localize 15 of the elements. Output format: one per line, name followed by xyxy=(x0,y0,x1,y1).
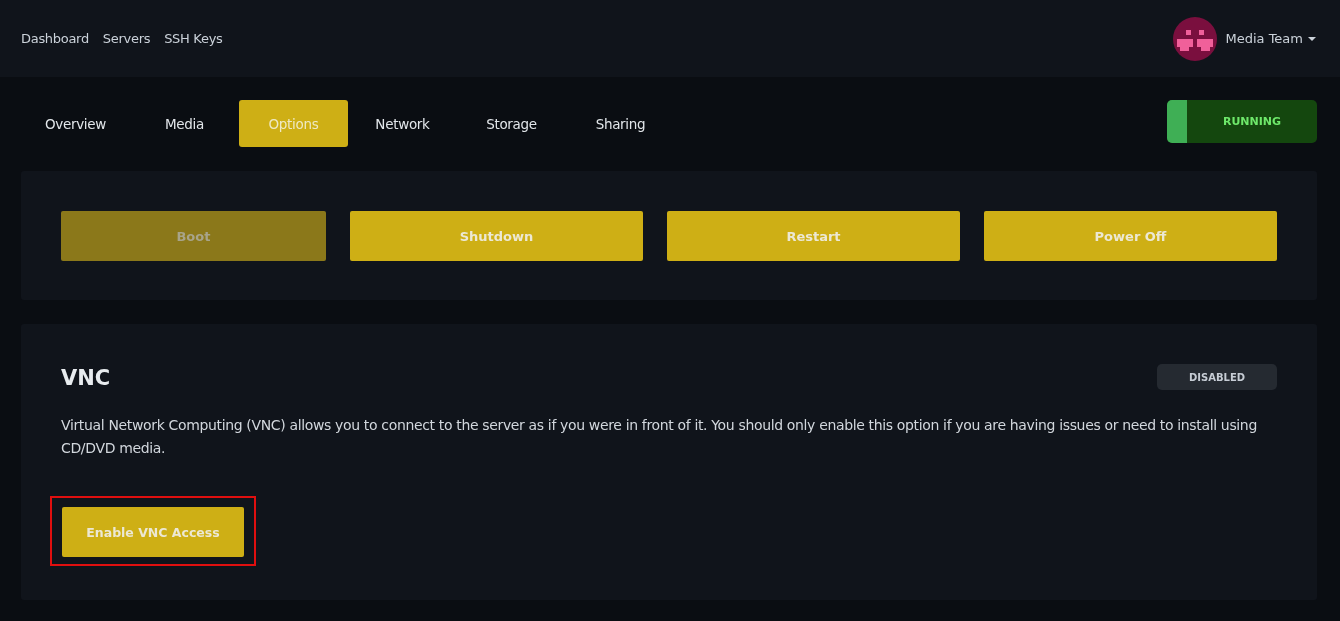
tab[interactable]: Sharing xyxy=(566,100,675,147)
avatar-icon xyxy=(1173,16,1218,61)
tab[interactable]: Storage xyxy=(457,100,566,147)
section-title: VNC xyxy=(61,366,111,390)
caret-icon xyxy=(1308,36,1316,41)
nav-link[interactable]: Dashboard xyxy=(21,31,89,46)
account-menu[interactable]: Media Team xyxy=(1225,31,1316,46)
tab[interactable]: Network xyxy=(348,100,457,147)
nav-link[interactable]: SSH Keys xyxy=(164,31,223,46)
status-badge: DISABLED xyxy=(1157,364,1277,390)
nav-link[interactable]: Servers xyxy=(102,31,151,46)
description-text: Virtual Network Computing (VNC) allows you to connect to the server as if you were in front of it. You should only enable this option if you are having issues or need to install using CD/DVD media. xyxy=(61,416,1258,458)
tab[interactable]: Overview xyxy=(21,100,130,147)
status-badge: RUNNING xyxy=(1167,100,1317,143)
tab[interactable]: Media xyxy=(130,100,239,147)
